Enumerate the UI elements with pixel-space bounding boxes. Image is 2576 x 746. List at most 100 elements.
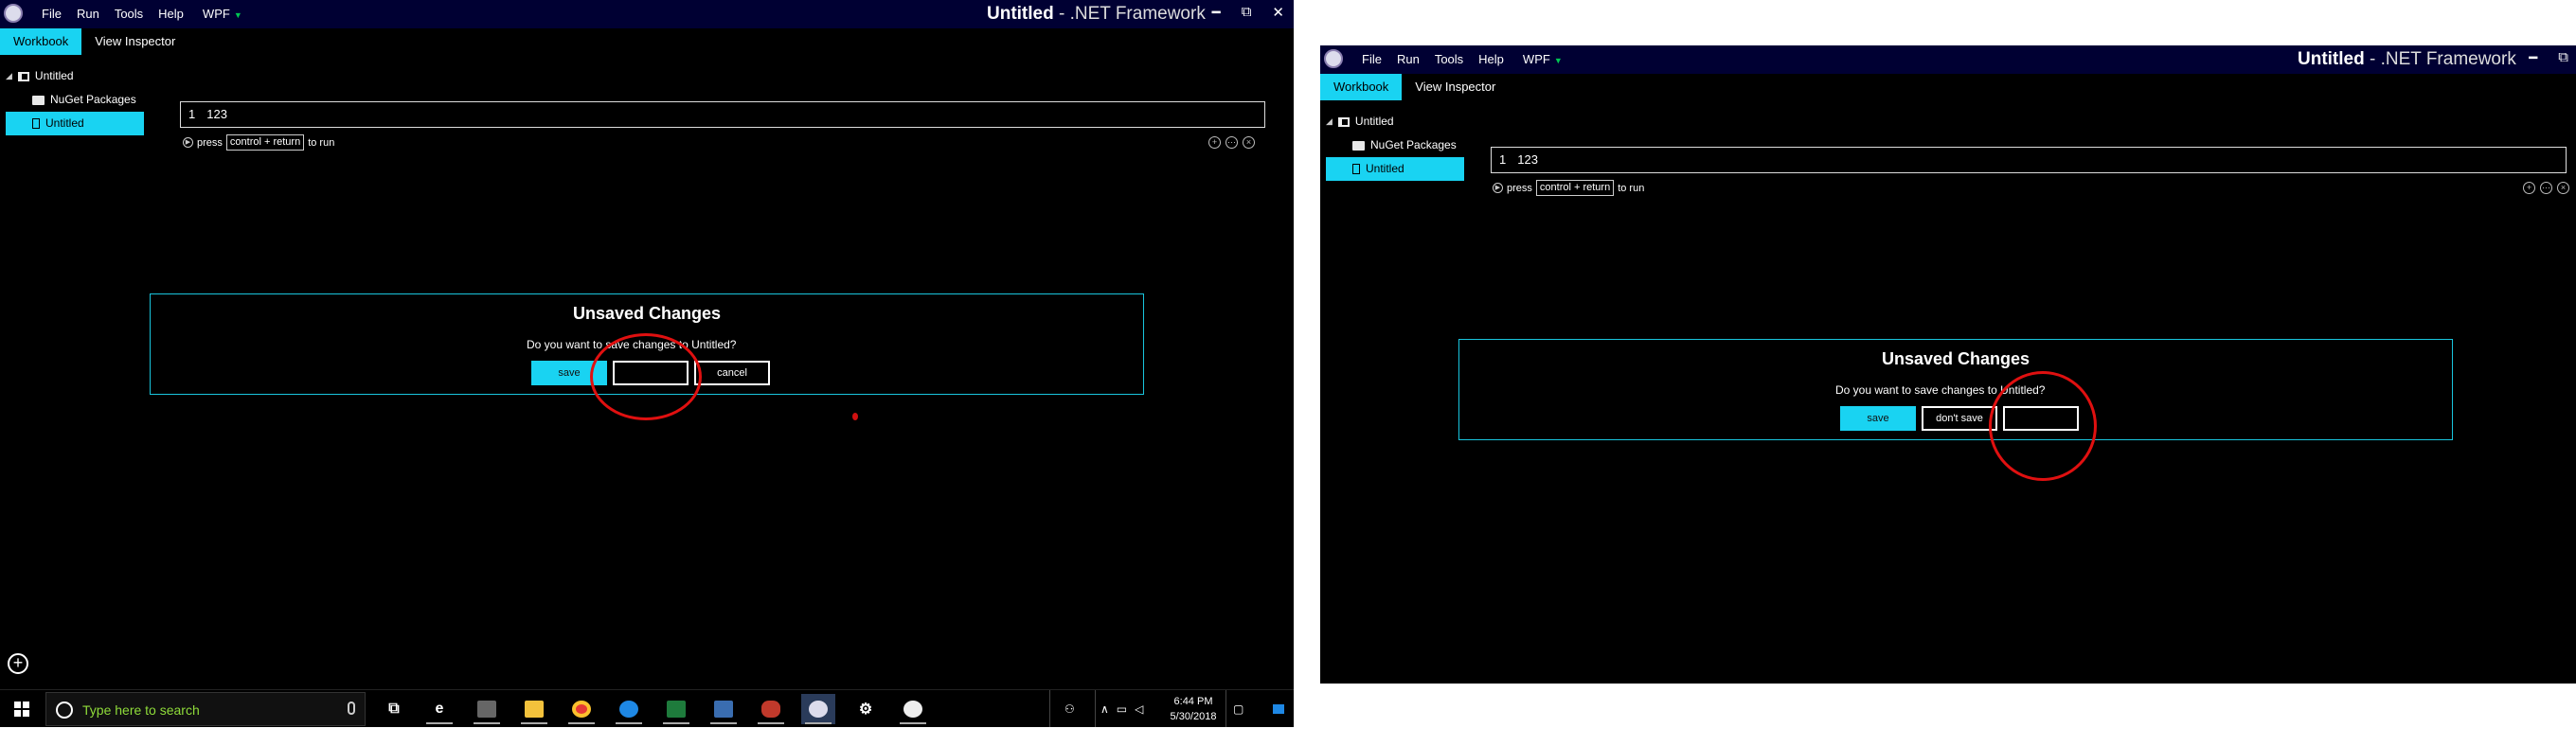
tab-bar: Workbook View Inspector — [1320, 74, 1509, 100]
network-tool-icon[interactable] — [707, 694, 741, 724]
clock-time: 6:44 PM — [1173, 696, 1213, 707]
menu-help[interactable]: Help — [151, 7, 191, 21]
people-icon[interactable]: ⚇ — [1064, 690, 1075, 727]
paint-icon[interactable] — [754, 694, 788, 724]
window-controls: ━ ⧉ — [2529, 49, 2568, 66]
minimize-icon[interactable]: ━ — [1212, 4, 1221, 21]
tree-root-label: Untitled — [1354, 115, 1394, 128]
menu-file[interactable]: File — [1354, 52, 1389, 66]
cell-tools: + ⋯ × — [2523, 182, 2569, 194]
save-button[interactable]: save — [1840, 406, 1916, 431]
action-center-icon[interactable]: ▢ — [1233, 690, 1243, 727]
task-view-icon[interactable]: ⧉ — [377, 694, 411, 724]
window-title: Untitled - .NET Framework — [2298, 49, 2516, 70]
hint-suffix: to run — [308, 136, 335, 149]
edge-icon[interactable]: e — [422, 694, 456, 724]
title-bar: File Run Tools Help WPF ▼ Untitled - .NET… — [1320, 45, 2576, 74]
cell-options-icon[interactable]: ⋯ — [1225, 136, 1238, 149]
target-dropdown[interactable]: WPF ▼ — [195, 7, 250, 21]
expand-triangle-icon[interactable]: ◢ — [1326, 110, 1333, 133]
chrome-icon[interactable] — [564, 694, 599, 724]
volume-icon[interactable]: ◁ — [1135, 702, 1143, 716]
workbook-icon — [1337, 116, 1350, 127]
code-cell-editor[interactable]: 1 123 — [180, 101, 1265, 128]
file-explorer-icon[interactable] — [517, 694, 551, 724]
windows-start-icon[interactable] — [14, 702, 29, 717]
add-cell-icon[interactable]: + — [2523, 182, 2535, 194]
run-icon[interactable]: ▶ — [1493, 183, 1503, 193]
workbooks-icon[interactable] — [801, 694, 835, 724]
title-bar: File Run Tools Help WPF ▼ Untitled - .NET… — [0, 0, 1294, 28]
document-title: Untitled — [2298, 49, 2365, 69]
menu-help[interactable]: Help — [1471, 52, 1512, 66]
tree-file-selected[interactable]: Untitled — [6, 112, 144, 135]
tree-root[interactable]: ◢ Untitled — [1326, 110, 1464, 133]
line-number: 1 — [1499, 152, 1507, 167]
tab-view-inspector[interactable]: View Inspector — [1402, 74, 1509, 100]
menu-file[interactable]: File — [34, 7, 69, 21]
dont-save-button[interactable]: don't save — [1922, 406, 1997, 431]
network-icon[interactable]: ▭ — [1117, 702, 1127, 716]
tree-nuget-label: NuGet Packages — [50, 93, 136, 106]
menu-run[interactable]: Run — [1389, 52, 1427, 66]
taskbar-separator — [1095, 690, 1096, 727]
app-circle-icon[interactable] — [896, 694, 930, 724]
red-annotation-circle — [1989, 371, 2097, 481]
tree-root-label: Untitled — [34, 69, 74, 82]
folder-icon — [1352, 140, 1365, 151]
taskbar-clock[interactable]: 6:44 PM 5/30/2018 — [1165, 694, 1222, 724]
framework-title: - .NET Framework — [2364, 49, 2516, 69]
hint-prefix: press — [197, 136, 223, 149]
cancel-button[interactable]: cancel — [694, 361, 770, 385]
calculator-icon[interactable] — [470, 694, 504, 724]
settings-icon[interactable]: ⚙ — [849, 694, 883, 724]
chevron-up-icon[interactable]: ∧ — [1100, 702, 1109, 716]
add-cell-icon[interactable]: + — [1208, 136, 1221, 149]
code-text: 123 — [206, 107, 227, 121]
menu-run[interactable]: Run — [69, 7, 107, 21]
tree-file-label: Untitled — [45, 116, 84, 130]
clock-date: 5/30/2018 — [1170, 711, 1217, 722]
dialog-title: Unsaved Changes — [572, 304, 722, 323]
expand-triangle-icon[interactable]: ◢ — [6, 64, 12, 88]
menu-tools[interactable]: Tools — [1427, 52, 1471, 66]
tree-file-selected[interactable]: Untitled — [1326, 157, 1464, 181]
tree-nuget[interactable]: NuGet Packages — [6, 88, 144, 112]
restore-icon[interactable]: ⧉ — [2558, 49, 2568, 66]
unsaved-changes-dialog: Unsaved Changes Do you want to save chan… — [1458, 339, 2453, 440]
target-dropdown[interactable]: WPF ▼ — [1515, 52, 1570, 66]
window-title: Untitled - .NET Framework — [987, 4, 1206, 25]
show-desktop-icon[interactable] — [1273, 690, 1284, 727]
menu-tools[interactable]: Tools — [107, 7, 151, 21]
cortana-icon[interactable] — [56, 702, 73, 719]
tab-workbook[interactable]: Workbook — [1320, 74, 1403, 100]
tab-bar: Workbook View Inspector — [0, 28, 188, 55]
target-label: WPF — [1522, 52, 1550, 66]
delete-cell-icon[interactable]: × — [1243, 136, 1255, 149]
tab-view-inspector[interactable]: View Inspector — [81, 28, 188, 55]
cell-tools: + ⋯ × — [1208, 136, 1255, 149]
code-cell-editor[interactable]: 1 123 — [1491, 147, 2567, 173]
tree-nuget[interactable]: NuGet Packages — [1326, 133, 1464, 157]
menu-bar: File Run Tools Help WPF ▼ — [34, 7, 250, 21]
document-title: Untitled — [987, 4, 1054, 24]
excel-icon[interactable] — [659, 694, 693, 724]
run-icon[interactable]: ▶ — [183, 137, 193, 148]
tab-workbook[interactable]: Workbook — [0, 28, 82, 55]
skype-icon[interactable] — [612, 694, 646, 724]
minimize-icon[interactable]: ━ — [2529, 49, 2537, 66]
cell-options-icon[interactable]: ⋯ — [2540, 182, 2552, 194]
left-screenshot: File Run Tools Help WPF ▼ Untitled - .NET… — [0, 0, 1294, 727]
caret-down-icon: ▼ — [1553, 56, 1563, 65]
window-controls: ━ ⧉ ✕ — [1212, 4, 1284, 21]
tree-root[interactable]: ◢ Untitled — [6, 64, 144, 88]
restore-icon[interactable]: ⧉ — [1242, 4, 1252, 21]
delete-cell-icon[interactable]: × — [2557, 182, 2569, 194]
taskbar-search[interactable]: Type here to search — [45, 692, 366, 726]
line-number: 1 — [188, 107, 196, 121]
solution-tree: ◢ Untitled NuGet Packages Untitled — [1326, 110, 1464, 181]
add-icon[interactable]: + — [8, 653, 28, 674]
microphone-icon[interactable] — [348, 702, 355, 715]
close-icon[interactable]: ✕ — [1272, 4, 1284, 21]
windows-taskbar: Type here to search ⧉ e ⚙ ⚇ ∧ ▭ ◁ 6:44 P… — [0, 689, 1294, 727]
